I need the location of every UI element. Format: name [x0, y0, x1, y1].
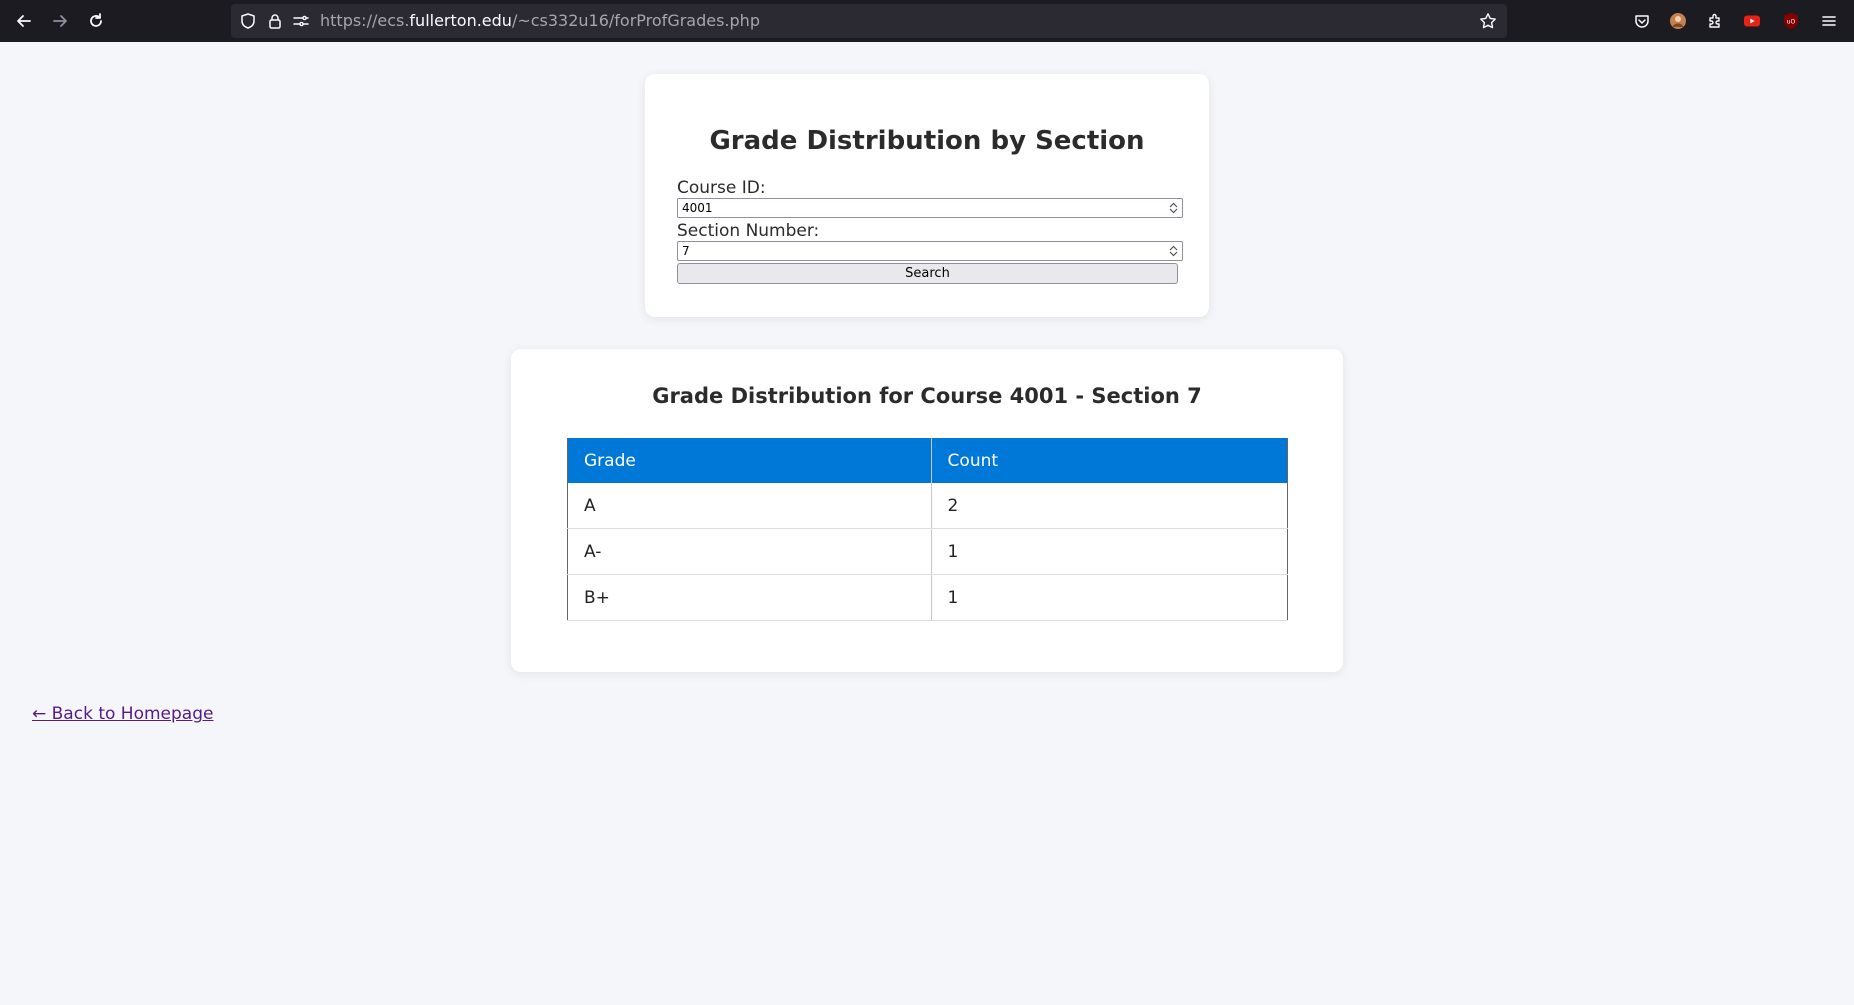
forward-arrow-icon[interactable]: [47, 8, 73, 34]
search-button[interactable]: Search: [677, 263, 1178, 284]
reload-icon[interactable]: [83, 8, 109, 34]
count-cell: 1: [930, 528, 1288, 575]
chevron-down-icon[interactable]: [1169, 208, 1178, 214]
grade-distribution-table: Grade Count A 2 A- 1 B+ 1: [567, 438, 1288, 621]
grade-column-header: Grade: [567, 438, 932, 483]
count-cell: 2: [930, 483, 1288, 529]
shield-icon[interactable]: [239, 12, 257, 30]
course-id-value: 4001: [682, 201, 713, 215]
extensions-icon[interactable]: [1705, 11, 1725, 31]
lock-icon[interactable]: [266, 12, 284, 30]
count-cell: 1: [930, 574, 1288, 621]
permissions-icon[interactable]: [292, 12, 310, 30]
youtube-icon[interactable]: [1742, 11, 1762, 31]
section-number-spinner[interactable]: [1166, 243, 1180, 259]
form-title: Grade Distribution by Section: [709, 126, 1145, 156]
back-arrow-icon[interactable]: [11, 8, 37, 34]
table-row: A 2: [567, 483, 1288, 529]
grade-cell: A-: [567, 528, 932, 575]
star-bookmark-icon[interactable]: [1479, 12, 1497, 30]
back-to-homepage-link[interactable]: ← Back to Homepage: [32, 704, 213, 724]
section-number-label: Section Number:: [677, 221, 820, 241]
chevron-down-icon[interactable]: [1169, 251, 1178, 257]
url-text[interactable]: https://ecs.fullerton.edu/~cs332u16/forP…: [320, 12, 760, 30]
ublock-shield-icon[interactable]: uO: [1781, 11, 1801, 31]
pocket-icon[interactable]: [1632, 11, 1652, 31]
section-number-value: 7: [682, 244, 690, 258]
section-number-input[interactable]: 7: [677, 241, 1183, 261]
hamburger-menu-icon[interactable]: [1819, 11, 1839, 31]
grade-cell: B+: [567, 574, 932, 621]
course-id-spinner[interactable]: [1166, 200, 1180, 216]
count-column-header: Count: [930, 438, 1288, 483]
browser-toolbar: https://ecs.fullerton.edu/~cs332u16/forP…: [0, 0, 1854, 42]
svg-text:uO: uO: [1787, 19, 1796, 26]
table-header-row: Grade Count: [567, 438, 1288, 483]
account-avatar-icon[interactable]: [1668, 11, 1688, 31]
search-form-card: Grade Distribution by Section Course ID:…: [645, 74, 1209, 317]
table-row: A- 1: [567, 528, 1288, 575]
results-card: Grade Distribution for Course 4001 - Sec…: [511, 349, 1343, 672]
results-title: Grade Distribution for Course 4001 - Sec…: [652, 384, 1202, 408]
course-id-label: Course ID:: [677, 178, 766, 198]
table-row: B+ 1: [567, 574, 1288, 621]
course-id-input[interactable]: 4001: [677, 198, 1183, 218]
address-bar[interactable]: https://ecs.fullerton.edu/~cs332u16/forP…: [231, 4, 1507, 38]
grade-cell: A: [567, 483, 932, 529]
